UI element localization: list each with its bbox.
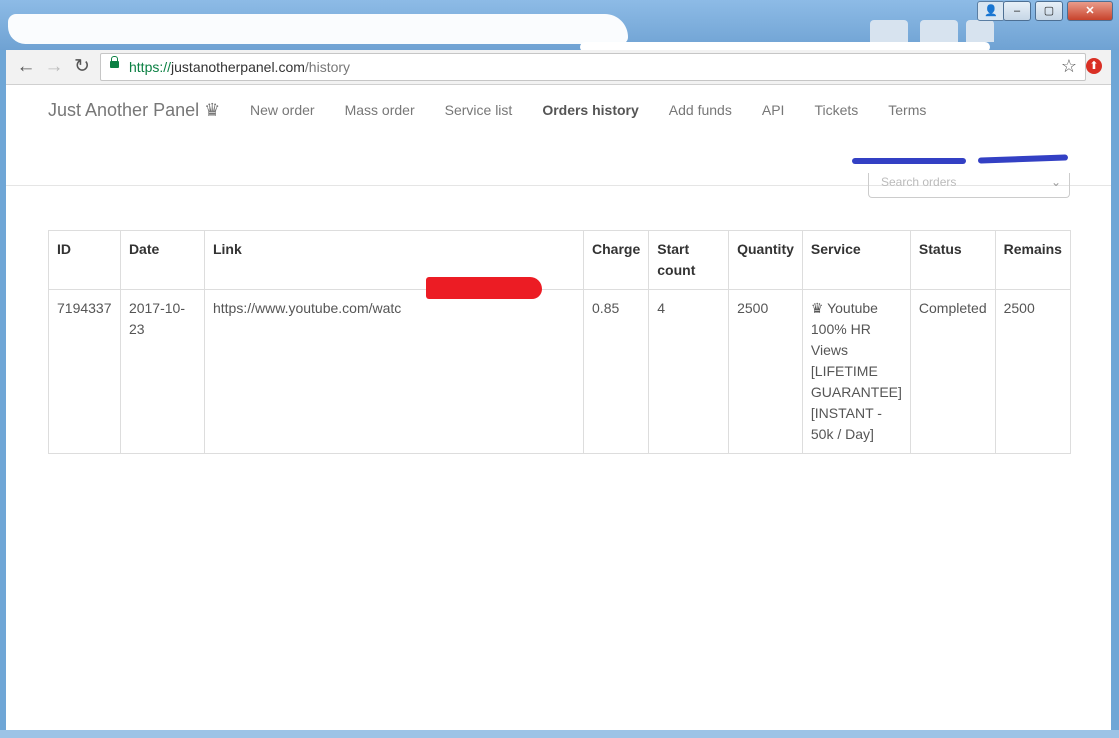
nav-new-order[interactable]: New order [250, 102, 315, 118]
site-navbar: Just Another Panel ♛ New order Mass orde… [6, 85, 1111, 186]
redacted-title-area [8, 14, 628, 44]
star-icon[interactable]: ☆ [1061, 56, 1077, 77]
col-status: Status [909, 230, 996, 290]
order-charge: 0.85 [583, 289, 650, 454]
col-date: Date [119, 230, 205, 290]
new-tab-button[interactable] [966, 20, 994, 42]
search-orders-input[interactable]: Search orders ⌄ [868, 173, 1070, 198]
maximize-button[interactable]: ▢ [1035, 1, 1063, 21]
browser-tab[interactable] [920, 20, 958, 42]
close-button[interactable]: ✕ [1067, 1, 1113, 21]
col-service: Service [801, 230, 911, 290]
lock-icon [110, 56, 119, 68]
order-date: 2017-10-23 [119, 289, 205, 454]
col-charge: Charge [583, 230, 650, 290]
extension-icon[interactable]: ⬆ [1086, 58, 1102, 74]
reload-icon[interactable]: ↻ [70, 55, 94, 79]
profile-icon[interactable]: 👤 [977, 1, 1005, 21]
browser-toolbar: ← → ↻ https://justanotherpanel.com/histo… [6, 50, 1111, 85]
search-icon[interactable]: ⌄ [1051, 175, 1061, 189]
url-path: /history [304, 59, 351, 75]
nav-tickets[interactable]: Tickets [814, 102, 858, 118]
orders-table: ID Date Link Charge Start count Quantity… [48, 230, 1072, 454]
search-placeholder: Search orders [881, 175, 957, 189]
col-id: ID [48, 230, 121, 290]
redacted-account [977, 154, 1069, 164]
forward-icon[interactable]: → [42, 55, 66, 79]
back-icon[interactable]: ← [14, 55, 38, 79]
main-menu: New order Mass order Service list Orders… [250, 102, 956, 118]
nav-service-list[interactable]: Service list [445, 102, 513, 118]
redacted-link [426, 277, 542, 299]
order-id: 7194337 [48, 289, 121, 454]
browser-tab[interactable] [870, 20, 908, 42]
table-row: 7194337 2017-10-23 https://www.youtube.c… [48, 289, 1072, 454]
page-content: Just Another Panel ♛ New order Mass orde… [6, 85, 1111, 730]
order-start-count: 4 [648, 289, 730, 454]
nav-mass-order[interactable]: Mass order [345, 102, 415, 118]
nav-terms[interactable]: Terms [888, 102, 926, 118]
window-bottom-border [0, 730, 1119, 738]
col-start-count: Start count [648, 230, 730, 290]
url-text[interactable]: https://justanotherpanel.com/history [129, 59, 350, 75]
minimize-button[interactable]: – [1003, 1, 1031, 21]
nav-add-funds[interactable]: Add funds [669, 102, 732, 118]
col-quantity: Quantity [728, 230, 803, 290]
address-bar[interactable]: https://justanotherpanel.com/history ☆ [100, 53, 1086, 81]
order-status: Completed [909, 289, 996, 454]
url-host: justanotherpanel.com [171, 59, 305, 75]
order-link[interactable]: https://www.youtube.com/watc [203, 289, 585, 454]
order-service: ♛ Youtube 100% HR Views [LIFETIME GUARAN… [801, 289, 911, 454]
brand-logo[interactable]: Just Another Panel ♛ [48, 100, 220, 121]
redacted-balance [852, 158, 966, 164]
nav-api[interactable]: API [762, 102, 785, 118]
order-quantity: 2500 [728, 289, 803, 454]
url-scheme: https:// [129, 59, 172, 75]
order-remains: 2500 [994, 289, 1072, 454]
nav-orders-history[interactable]: Orders history [542, 102, 638, 118]
col-remains: Remains [994, 230, 1072, 290]
window-titlebar: 👤 – ▢ ✕ [0, 0, 1119, 52]
table-header-row: ID Date Link Charge Start count Quantity… [48, 230, 1072, 290]
